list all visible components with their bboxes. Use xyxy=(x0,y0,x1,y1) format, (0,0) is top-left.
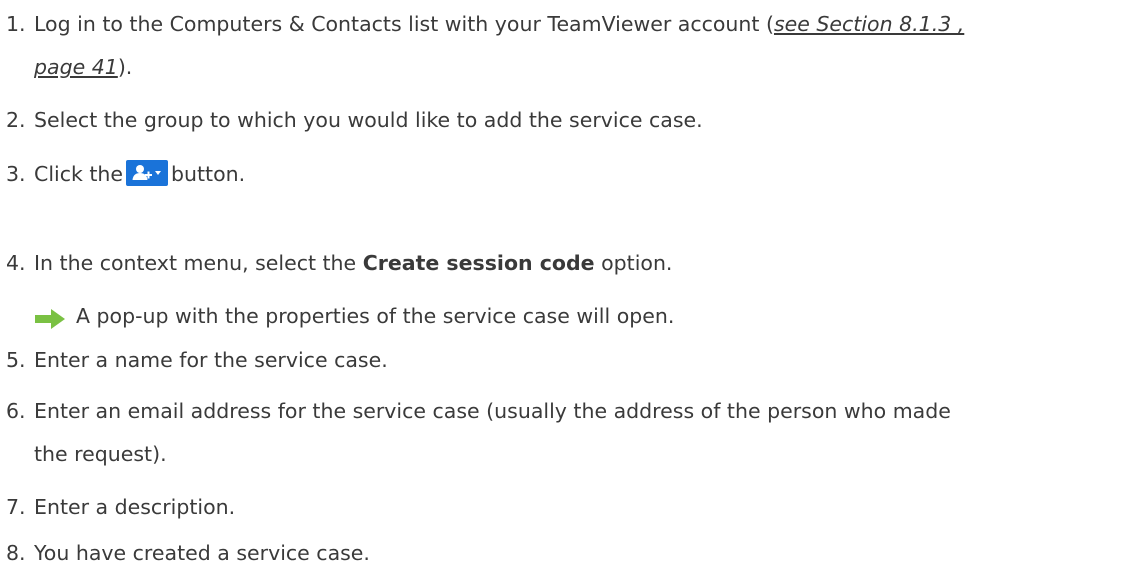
document-page: 1. Log in to the Computers & Contacts li… xyxy=(0,0,1138,578)
step-number: 7. xyxy=(6,495,26,519)
step-number: 6. xyxy=(6,399,26,423)
add-contact-button[interactable] xyxy=(126,160,169,186)
step-1-close: ). xyxy=(117,55,133,79)
section-link[interactable]: see Section 8.1.3 , xyxy=(774,12,964,36)
step-number: 3. xyxy=(6,162,26,186)
result-text: A pop-up with the properties of the serv… xyxy=(76,304,675,328)
step-text: Enter a description. xyxy=(34,495,236,519)
step-4-text-before: In the context menu, select the xyxy=(34,251,363,275)
step-number: 8. xyxy=(6,541,26,565)
step-text: Log in to the Computers & Contacts list … xyxy=(34,11,964,37)
add-contact-dropdown-icon xyxy=(132,165,162,180)
step-number: 2. xyxy=(6,108,26,132)
option-name: Create session code xyxy=(362,251,595,275)
page-link[interactable]: page 41 xyxy=(34,55,118,79)
step-4-text-after: option. xyxy=(594,251,673,275)
step-text: Enter a name for the service case. xyxy=(34,348,388,372)
step-text: the request). xyxy=(34,442,167,466)
step-1-text: Log in to the Computers & Contacts list … xyxy=(34,12,774,36)
green-arrow-icon xyxy=(35,309,65,329)
step-1-line2: page 41). xyxy=(34,54,132,80)
step-3-text-before: Click the xyxy=(34,162,124,186)
step-text: Click the button. xyxy=(34,160,246,188)
step-number: 5. xyxy=(6,348,26,372)
step-number: 1. xyxy=(6,12,26,36)
step-text: Enter an email address for the service c… xyxy=(34,399,951,423)
step-text: You have created a service case. xyxy=(34,541,370,565)
step-text: In the context menu, select the Create s… xyxy=(34,250,672,276)
step-3-text-after: button. xyxy=(171,162,246,186)
step-text: Select the group to which you would like… xyxy=(34,108,703,132)
step-number: 4. xyxy=(6,251,26,275)
